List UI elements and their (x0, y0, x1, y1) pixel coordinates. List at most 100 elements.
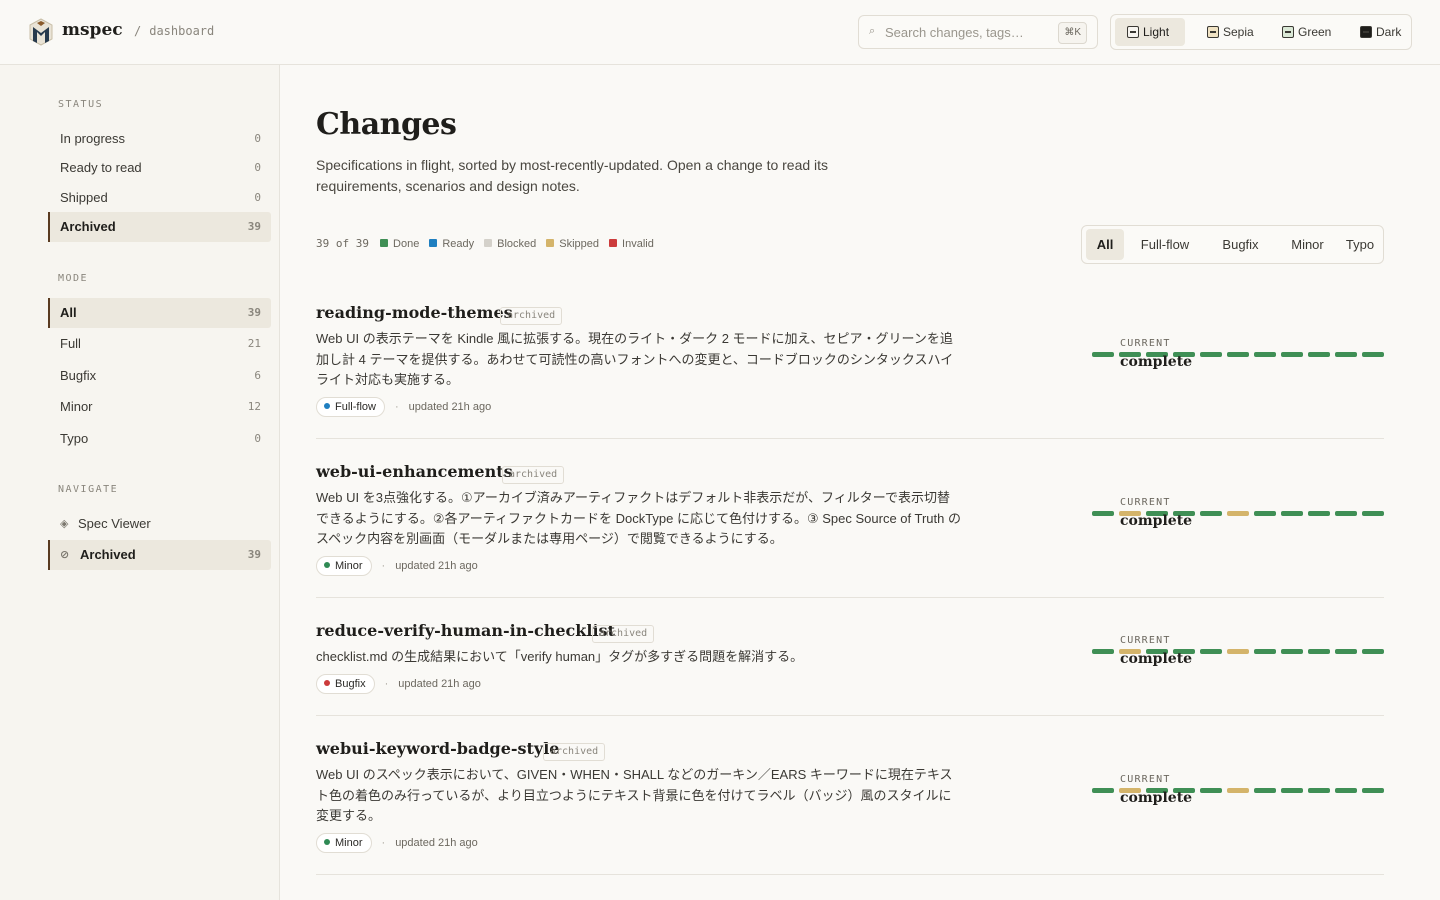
meta-separator: · (381, 837, 386, 849)
progress-segment-done (1092, 649, 1114, 654)
legend-dot (380, 239, 389, 247)
filter-bugfix-tab[interactable]: Bugfix (1206, 229, 1275, 260)
type-dot (324, 839, 330, 845)
legend-label: Blocked (497, 238, 537, 250)
change-name-link[interactable]: web-ui-enhancements (316, 462, 513, 481)
progress-segment-done (1200, 511, 1222, 516)
sidebar-status-ready-to-read[interactable]: Ready to read 0 (48, 153, 271, 183)
progress-label: CURRENT (1120, 774, 1171, 785)
theme-label: Green (1298, 25, 1332, 39)
progress-segment-done (1092, 788, 1114, 793)
search-shortcut-badge: ⌘K (1058, 22, 1087, 44)
change-name-link[interactable]: reduce-verify-human-in-checklist (316, 621, 615, 640)
progress-segment-done (1362, 788, 1384, 793)
theme-green-button[interactable]: Green (1270, 18, 1342, 46)
change-row[interactable]: web-ui-enhancements archived Web UI を3点強化す… (316, 462, 1384, 598)
progress-segment-done (1308, 511, 1330, 516)
filter-typo-tab[interactable]: Typo (1340, 229, 1380, 260)
change-meta: Minor · updated 21h ago (316, 556, 478, 576)
progress-segment-done (1200, 788, 1222, 793)
progress-segment-done (1335, 788, 1357, 793)
type-tag-minor[interactable]: Minor (316, 833, 372, 853)
theme-switcher: Light Sepia Green Dark (1110, 14, 1412, 50)
search-box[interactable]: ⌕ Search changes, tags… ⌘K (858, 15, 1098, 49)
navigate-section-title: NAVIGATE (58, 484, 119, 495)
row-divider (316, 438, 1384, 439)
progress-segment-done (1335, 511, 1357, 516)
progress-tracker: CURRENT complete (1092, 635, 1384, 675)
progress-segment-skipped (1227, 511, 1249, 516)
change-meta: Full-flow · updated 21h ago (316, 397, 491, 417)
type-tag-full-flow[interactable]: Full-flow (316, 397, 385, 417)
sidebar: STATUS In progress 0 Ready to read 0 Shipped… (0, 65, 280, 900)
sidebar-mode-minor[interactable]: Minor 12 (48, 392, 271, 422)
sidebar-mode-bugfix[interactable]: Bugfix 6 (48, 361, 271, 391)
progress-segment-done (1308, 649, 1330, 654)
type-label: Minor (335, 560, 363, 572)
filter-full-flow-tab[interactable]: Full-flow (1126, 229, 1204, 260)
sidebar-status-in-progress[interactable]: In progress 0 (48, 124, 271, 154)
brand-name[interactable]: mspec (62, 20, 123, 40)
sidebar-nav-spec-viewer[interactable]: ◈ Spec Viewer (48, 509, 271, 539)
legend-dot (609, 239, 618, 247)
change-name-link[interactable]: reading-mode-themes (316, 303, 513, 322)
progress-label: CURRENT (1120, 338, 1171, 349)
legend-label: Skipped (559, 238, 600, 250)
sidebar-item-count: 12 (247, 400, 261, 413)
sidebar-mode-all[interactable]: All 39 (48, 298, 271, 328)
breadcrumb-dashboard[interactable]: dashboard (149, 24, 214, 38)
sidebar-item-label: Minor (60, 399, 93, 414)
sidebar-item-count: 39 (247, 220, 261, 233)
type-tag-minor[interactable]: Minor (316, 556, 372, 576)
search-icon: ⌕ (869, 25, 876, 37)
change-name-link[interactable]: webui-keyword-badge-style (316, 739, 559, 758)
row-divider (316, 597, 1384, 598)
change-description: checklist.md の生成結果において「verify human」タグが多… (316, 649, 804, 664)
change-row[interactable]: webui-keyword-badge-style archived Web UI … (316, 739, 1384, 875)
search-input[interactable]: Search changes, tags… (885, 25, 1024, 40)
filter-all-tab[interactable]: All (1086, 229, 1124, 260)
sidebar-status-archived[interactable]: Archived 39 (48, 212, 271, 242)
progress-segment-done (1281, 788, 1303, 793)
change-description: Web UI のスペック表示において、GIVEN・WHEN・SHALL などのガ… (316, 767, 953, 823)
updated-time: updated 21h ago (395, 837, 478, 849)
change-row[interactable]: reduce-verify-human-in-checklist archived… (316, 621, 1384, 716)
sidebar-status-shipped[interactable]: Shipped 0 (48, 183, 271, 213)
sidebar-item-count: 39 (247, 306, 261, 319)
sidebar-item-label: Spec Viewer (78, 516, 151, 531)
mspec-logo-icon[interactable] (28, 17, 54, 47)
sidebar-item-label: Ready to read (60, 160, 142, 175)
legend-label: Invalid (622, 238, 654, 250)
meta-separator: · (384, 678, 389, 690)
sidebar-item-label: Bugfix (60, 368, 97, 383)
diamond-icon: ◈ (60, 518, 69, 530)
sidebar-item-count: 6 (254, 369, 261, 382)
type-tag-bugfix[interactable]: Bugfix (316, 674, 375, 694)
legend-label: Done (393, 238, 420, 250)
sidebar-item-label: Archived (80, 547, 136, 562)
meta-separator: · (394, 401, 399, 413)
progress-segment-done (1227, 352, 1249, 357)
type-label: Full-flow (335, 401, 376, 413)
type-dot (324, 403, 330, 409)
progress-segment-done (1254, 511, 1276, 516)
sidebar-mode-typo[interactable]: Typo 0 (48, 424, 271, 454)
legend-item-ready: Ready (429, 238, 474, 250)
progress-segment-done (1200, 649, 1222, 654)
sidebar-mode-full[interactable]: Full 21 (48, 329, 271, 359)
change-row[interactable]: reading-mode-themes archived Web UI の表示テーマ… (316, 303, 1384, 439)
row-divider (316, 874, 1384, 875)
theme-light-button[interactable]: Light (1115, 18, 1185, 46)
sidebar-item-label: Typo (60, 431, 89, 446)
sidebar-item-count: 0 (254, 191, 261, 204)
sidebar-item-count: 0 (254, 132, 261, 145)
progress-segment-done (1362, 352, 1384, 357)
progress-label: CURRENT (1120, 497, 1171, 508)
breadcrumb-separator: / (134, 24, 142, 38)
change-count: 39 of 39 (316, 237, 369, 250)
filter-minor-tab[interactable]: Minor (1277, 229, 1338, 260)
sidebar-nav-archived[interactable]: ⊘ Archived 39 (48, 540, 271, 570)
legend-dot (429, 239, 438, 247)
theme-sepia-button[interactable]: Sepia (1195, 18, 1263, 46)
theme-dark-button[interactable]: Dark (1348, 18, 1408, 46)
